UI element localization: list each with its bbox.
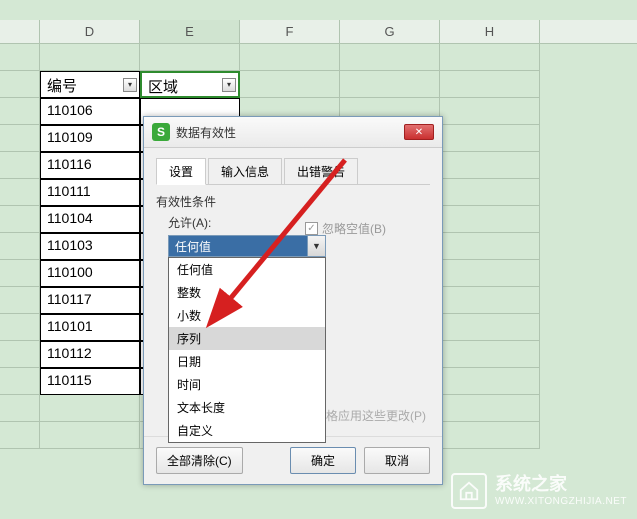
data-cell[interactable]: 110109 [40, 125, 140, 152]
data-cell[interactable]: 110112 [40, 341, 140, 368]
blank-cell[interactable] [240, 44, 340, 71]
col-header-g[interactable]: G [340, 20, 440, 43]
dropdown-option-integer[interactable]: 整数 [169, 281, 325, 304]
row-header-corner [0, 20, 40, 43]
clear-all-button[interactable]: 全部清除(C) [156, 447, 243, 474]
app-icon: S [152, 123, 170, 141]
dropdown-option-date[interactable]: 日期 [169, 350, 325, 373]
data-cell[interactable]: 110104 [40, 206, 140, 233]
filter-dropdown-icon[interactable]: ▾ [222, 78, 236, 92]
dropdown-option-decimal[interactable]: 小数 [169, 304, 325, 327]
data-cell[interactable]: 110111 [40, 179, 140, 206]
header-id-label: 编号 [47, 78, 77, 95]
dropdown-option-any[interactable]: 任何值 [169, 258, 325, 281]
house-icon [451, 473, 487, 509]
filter-dropdown-icon[interactable]: ▾ [123, 78, 137, 92]
blank-cell[interactable] [40, 44, 140, 71]
close-button[interactable]: ✕ [404, 124, 434, 140]
data-validation-dialog: S 数据有效性 ✕ 设置 输入信息 出错警告 有效性条件 允许(A): 任何值 … [143, 116, 443, 485]
dialog-tabs: 设置 输入信息 出错警告 [156, 158, 430, 185]
ignore-blank-label: 忽略空值(B) [322, 220, 386, 237]
allow-dropdown-list: 任何值 整数 小数 序列 日期 时间 文本长度 自定义 [168, 257, 326, 443]
ignore-blank-checkbox: ✓ 忽略空值(B) [305, 220, 386, 237]
data-cell[interactable]: 110100 [40, 260, 140, 287]
dropdown-option-list[interactable]: 序列 [169, 327, 325, 350]
data-cell[interactable]: 110101 [40, 314, 140, 341]
blank-cell[interactable] [140, 44, 240, 71]
data-cell[interactable]: 110106 [40, 98, 140, 125]
col-header-e[interactable]: E [140, 20, 240, 43]
criteria-label: 有效性条件 [156, 193, 430, 210]
dialog-title: 数据有效性 [176, 124, 404, 141]
blank-cell[interactable] [440, 44, 540, 71]
blank-cell[interactable] [240, 71, 340, 98]
tab-error-alert[interactable]: 出错警告 [284, 158, 358, 185]
blank-cell[interactable] [340, 71, 440, 98]
checkbox-icon: ✓ [305, 222, 318, 235]
col-header-d[interactable]: D [40, 20, 140, 43]
close-icon: ✕ [415, 127, 423, 138]
dialog-footer: 全部清除(C) 确定 取消 [144, 436, 442, 484]
col-header-f[interactable]: F [240, 20, 340, 43]
chevron-down-icon[interactable]: ▼ [308, 235, 326, 257]
dialog-body: 设置 输入信息 出错警告 有效性条件 允许(A): 任何值 ▼ 任何值 整数 小… [144, 148, 442, 436]
dropdown-option-time[interactable]: 时间 [169, 373, 325, 396]
tab-settings[interactable]: 设置 [156, 158, 206, 185]
row-spacer [0, 71, 40, 98]
cancel-button[interactable]: 取消 [364, 447, 430, 474]
row-spacer [0, 44, 40, 71]
ok-button[interactable]: 确定 [290, 447, 356, 474]
allow-label: 允许(A): [168, 214, 430, 231]
header-region-label: 区域 [148, 79, 178, 96]
dropdown-option-custom[interactable]: 自定义 [169, 419, 325, 442]
dialog-titlebar[interactable]: S 数据有效性 ✕ [144, 117, 442, 148]
watermark-url: WWW.XITONGZHIJIA.NET [495, 496, 627, 508]
watermark-name: 系统之家 [495, 474, 627, 496]
header-cell-region[interactable]: 区域 ▾ [140, 71, 240, 98]
tab-input-message[interactable]: 输入信息 [208, 158, 282, 185]
watermark: 系统之家 WWW.XITONGZHIJIA.NET [451, 473, 627, 509]
header-cell-id[interactable]: 编号 ▾ [40, 71, 140, 98]
data-cell[interactable]: 110103 [40, 233, 140, 260]
column-headers: D E F G H [0, 20, 637, 44]
allow-dropdown[interactable]: 任何值 ▼ 任何值 整数 小数 序列 日期 时间 文本长度 自定义 [168, 235, 430, 257]
data-cell[interactable]: 110117 [40, 287, 140, 314]
data-cell[interactable]: 110116 [40, 152, 140, 179]
blank-cell[interactable] [440, 71, 540, 98]
data-cell[interactable]: 110115 [40, 368, 140, 395]
allow-dropdown-field[interactable]: 任何值 [168, 235, 308, 257]
dropdown-option-textlen[interactable]: 文本长度 [169, 396, 325, 419]
col-header-h[interactable]: H [440, 20, 540, 43]
blank-cell[interactable] [340, 44, 440, 71]
